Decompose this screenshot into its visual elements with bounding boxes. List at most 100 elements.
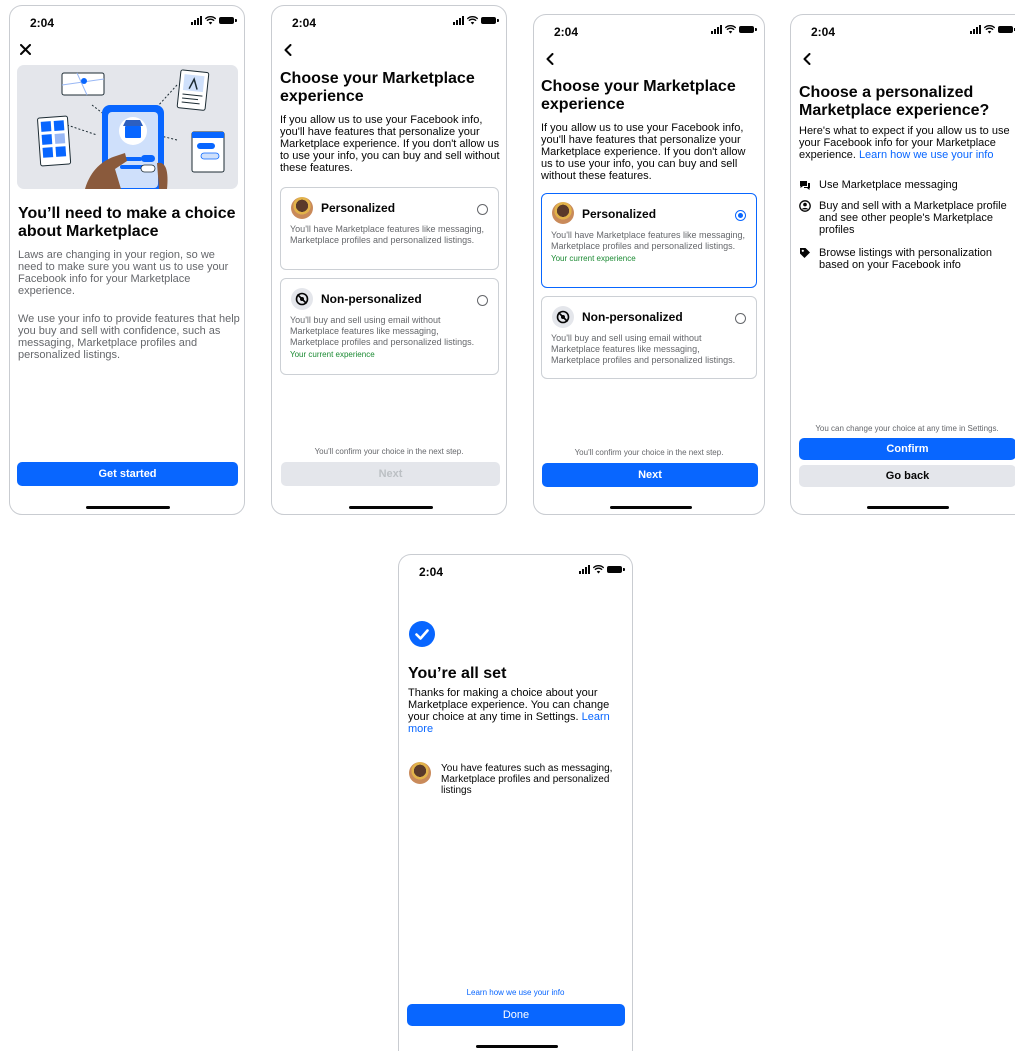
status-icons <box>453 16 499 25</box>
feature-text: Use Marketplace messaging <box>819 179 958 191</box>
page-title: You’ll need to make a choice about Marke… <box>18 205 236 240</box>
confirm-note: You'll confirm your choice in the next s… <box>574 448 724 457</box>
battery-icon <box>739 26 757 33</box>
option-non-personalized[interactable]: Non-personalized You'll buy and sell usi… <box>280 278 499 375</box>
status-bar: 2:04 <box>272 6 506 32</box>
confirmation-text: Thanks for making a choice about your Ma… <box>408 687 610 735</box>
feature-text: Buy and sell with a Marketplace profile … <box>819 200 1007 236</box>
status-time: 2:04 <box>292 16 317 30</box>
feature-item: Use Marketplace messaging <box>799 179 1009 191</box>
status-icons <box>711 25 757 34</box>
current-experience-label: Your current experience <box>290 350 375 359</box>
checkmark-icon <box>409 621 435 647</box>
avatar <box>291 197 313 219</box>
page-title: You’re all set <box>408 665 507 682</box>
screen-choose-default: 2:04 Choose your Marketplace experience … <box>271 5 507 515</box>
page-title: Choose your Marketplace experience <box>280 70 475 105</box>
feature-text: Browse listings with personalization bas… <box>819 247 993 271</box>
intro-paragraph: Laws are changing in your region, so we … <box>18 249 229 297</box>
avatar <box>552 202 574 224</box>
status-bar: 2:04 <box>534 15 764 41</box>
non-personalized-radio[interactable] <box>735 313 746 324</box>
battery-icon <box>607 566 625 573</box>
battery-icon <box>481 17 499 24</box>
signal-icon <box>191 16 202 25</box>
learn-info-link[interactable]: Learn how we use your info <box>399 988 632 997</box>
feature-item: Browse listings with personalization bas… <box>799 247 1009 271</box>
status-bar: 2:04 <box>399 555 632 581</box>
no-tracking-icon <box>552 306 574 328</box>
signal-icon <box>579 565 590 574</box>
close-icon[interactable] <box>20 44 31 55</box>
screen-all-set: 2:04 You’re all set Thanks for making a … <box>398 554 633 1051</box>
status-time: 2:04 <box>554 25 579 39</box>
signal-icon <box>453 16 464 25</box>
status-bar: 2:04 <box>10 6 244 32</box>
phone-illustration-graphic <box>37 69 225 189</box>
intro-paragraph: If you allow us to use your Facebook inf… <box>280 114 500 174</box>
intro-paragraph: If you allow us to use your Facebook inf… <box>541 122 746 182</box>
home-indicator <box>86 506 170 509</box>
wifi-icon <box>593 565 604 574</box>
screen-choose-personalized: 2:04 Choose your Marketplace experience … <box>533 14 765 515</box>
option-title: Non-personalized <box>321 292 422 306</box>
wifi-icon <box>984 25 995 34</box>
avatar <box>409 762 431 784</box>
option-non-personalized[interactable]: Non-personalized You'll buy and sell usi… <box>541 296 757 379</box>
personalized-radio[interactable] <box>477 204 488 215</box>
wifi-icon <box>467 16 478 25</box>
personalized-radio[interactable] <box>735 210 746 221</box>
status-bar: 2:04 <box>791 15 1015 41</box>
marketplace-illustration <box>17 65 238 189</box>
confirm-button[interactable]: Confirm <box>799 438 1015 460</box>
no-tracking-icon <box>291 288 313 310</box>
back-icon[interactable] <box>546 53 554 65</box>
intro-paragraph: Here's what to expect if you allow us to… <box>799 125 1010 161</box>
status-time: 2:04 <box>30 16 55 30</box>
next-button[interactable]: Next <box>281 462 500 486</box>
page-title: Choose your Marketplace experience <box>541 78 736 113</box>
signal-icon <box>711 25 722 34</box>
battery-icon <box>998 26 1015 33</box>
learn-info-link[interactable]: Learn how we use your info <box>859 149 994 161</box>
non-personalized-radio[interactable] <box>477 295 488 306</box>
go-back-button[interactable]: Go back <box>799 465 1015 487</box>
option-description: You'll have Marketplace features like me… <box>290 224 484 245</box>
status-icons <box>191 16 237 25</box>
status-icons <box>579 565 625 574</box>
feature-summary: You have features such as messaging, Mar… <box>441 763 613 796</box>
confirm-note: You'll confirm your choice in the next s… <box>314 447 464 456</box>
status-time: 2:04 <box>811 25 836 39</box>
home-indicator <box>867 506 949 509</box>
option-title: Non-personalized <box>582 310 683 324</box>
screen-intro: 2:04 You’ll need to make a choice about … <box>9 5 245 515</box>
option-personalized[interactable]: Personalized You'll have Marketplace fea… <box>280 187 499 270</box>
option-title: Personalized <box>321 201 396 215</box>
back-icon[interactable] <box>803 53 811 65</box>
option-title: Personalized <box>582 207 657 221</box>
done-button[interactable]: Done <box>407 1004 625 1026</box>
option-personalized[interactable]: Personalized You'll have Marketplace fea… <box>541 193 757 288</box>
screen-confirm-personalized: 2:04 Choose a personalized Marketplace e… <box>790 14 1015 515</box>
get-started-button[interactable]: Get started <box>17 462 238 486</box>
messaging-icon <box>799 179 811 191</box>
feature-item: Buy and sell with a Marketplace profile … <box>799 200 1009 236</box>
home-indicator <box>349 506 433 509</box>
status-time: 2:04 <box>419 565 444 579</box>
battery-icon <box>219 17 237 24</box>
home-indicator <box>476 1045 558 1048</box>
back-icon[interactable] <box>284 44 292 56</box>
wifi-icon <box>205 16 216 25</box>
home-indicator <box>610 506 692 509</box>
wifi-icon <box>725 25 736 34</box>
option-description: You'll buy and sell using email without … <box>290 315 490 360</box>
profile-icon <box>799 200 811 212</box>
option-description: You'll have Marketplace features like me… <box>551 230 748 264</box>
settings-note: You can change your choice at any time i… <box>815 424 999 433</box>
tag-icon <box>799 247 811 259</box>
option-description: You'll buy and sell using email without … <box>551 333 736 365</box>
next-button[interactable]: Next <box>542 463 758 487</box>
status-icons <box>970 25 1015 34</box>
page-title: Choose a personalized Marketplace experi… <box>799 84 990 119</box>
info-paragraph: We use your info to provide features tha… <box>18 313 240 361</box>
